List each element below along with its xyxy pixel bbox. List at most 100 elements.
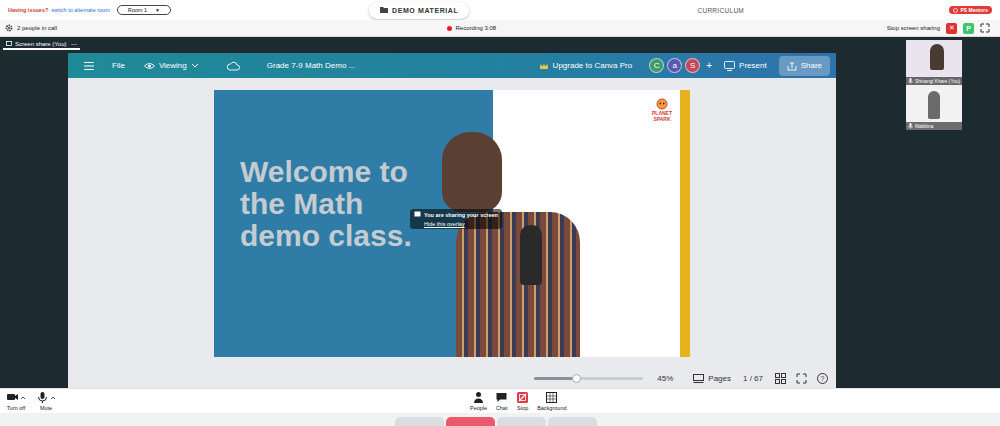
photo-head — [442, 132, 502, 212]
zoom-slider[interactable] — [534, 377, 643, 380]
screen-share-icon — [414, 211, 421, 218]
grid-icon[interactable] — [775, 373, 786, 384]
avatar[interactable]: a — [667, 58, 682, 73]
mascot-icon — [656, 98, 668, 110]
participant-panel: Shivangi Khare (You) Mabbina — [906, 37, 1000, 388]
participant-video — [930, 44, 944, 70]
room-dropdown[interactable]: Room 1 ▼ — [117, 5, 171, 15]
toolbar-label: Turn off — [7, 405, 26, 411]
share-button[interactable]: Share — [779, 56, 830, 76]
pages-icon — [693, 373, 704, 383]
toolbar-label: Mute — [40, 405, 52, 411]
tab[interactable]: Screen share (You) ⋯ — [3, 40, 80, 50]
app-root: Having issues?switch to alternate room Ro… — [0, 0, 1000, 426]
chevron-down-icon — [191, 62, 199, 69]
recording-status: Recording 3:08 — [447, 25, 496, 31]
info-icon — [953, 8, 958, 13]
stop-sharing-link[interactable]: Stop screen sharing — [887, 25, 940, 31]
bottom-tab[interactable] — [395, 417, 444, 426]
bottom-tab[interactable] — [446, 417, 495, 426]
share-icon — [787, 61, 797, 71]
toolbar-button[interactable]: Turn off — [6, 391, 26, 411]
stop-sharing-button[interactable]: ✕ — [946, 23, 957, 34]
demo-material-tab[interactable]: DEMO MATERIAL — [369, 2, 469, 19]
hide-overlay-link[interactable]: Hide this overlay — [424, 221, 465, 227]
toolbar-button[interactable]: Background — [537, 391, 566, 411]
bottom-tab[interactable] — [548, 417, 597, 426]
participant-tile[interactable]: Mabbina — [906, 85, 962, 130]
call-toolbar: Turn off Mute People Chat Stop Background — [0, 388, 1000, 413]
toolbar-button[interactable]: People — [470, 391, 487, 411]
curriculum-tab[interactable]: CURRICULUM — [697, 7, 744, 14]
chevron-up-icon — [20, 395, 26, 401]
present-label: Present — [739, 61, 767, 70]
zoom-reading: 45% — [657, 374, 673, 383]
design-title[interactable]: Grade 7-9 Math Demo ... — [267, 61, 355, 70]
participant-name-label: Shivangi Khare (You) — [915, 79, 960, 84]
call-bar: 2 people in call Recording 3:08 Stop scree… — [0, 20, 1000, 37]
zoom-fill — [534, 377, 575, 380]
toolbar-label: People — [470, 405, 487, 411]
collaborator-avatars: CaS — [649, 58, 700, 73]
eye-icon — [144, 62, 155, 70]
fullscreen-icon[interactable] — [796, 373, 807, 384]
present-button[interactable]: Present — [724, 61, 767, 71]
upgrade-button[interactable]: Upgrade to Canva Pro — [539, 61, 633, 70]
share-label: Share — [801, 61, 822, 70]
toolbar-button[interactable]: Stop — [516, 391, 529, 411]
photo-body — [456, 212, 580, 357]
upgrade-label: Upgrade to Canva Pro — [553, 61, 633, 70]
switch-room-link[interactable]: switch to alternate room — [51, 7, 109, 13]
participant-name-label: Mabbina — [915, 124, 933, 129]
folder-icon — [380, 6, 388, 14]
crown-icon — [539, 62, 549, 70]
menu-icon[interactable] — [84, 61, 94, 71]
camera-icon — [6, 391, 19, 404]
viewing-dropdown[interactable]: Viewing — [144, 61, 199, 70]
viewing-label: Viewing — [159, 61, 187, 70]
participant-video — [928, 91, 940, 119]
logo-line: PLANET — [652, 111, 672, 116]
tab-label: Screen share (You) — [15, 41, 66, 47]
tab-menu[interactable]: ⋯ — [71, 40, 77, 47]
background-icon — [545, 391, 558, 404]
bottom-tab-strip — [0, 413, 1000, 426]
zoom-thumb[interactable] — [572, 374, 581, 383]
participant-name: Mabbina — [906, 122, 962, 130]
recording-label: Recording 3:08 — [455, 25, 496, 31]
planet-spark-logo: PLANETSPARK — [652, 98, 672, 357]
avatar[interactable]: S — [685, 58, 700, 73]
chevron-up-icon — [50, 395, 56, 401]
expand-icon[interactable] — [980, 23, 990, 33]
toolbar-button[interactable]: Chat — [495, 391, 508, 411]
top-bar: Having issues?switch to alternate room Ro… — [0, 0, 1000, 20]
participant-badge[interactable]: P — [963, 23, 974, 34]
people-count-label: 2 people in call — [17, 25, 57, 31]
file-menu[interactable]: File — [112, 61, 125, 70]
room-label: Room 1 — [128, 7, 147, 13]
add-collaborator-button[interactable]: + — [706, 60, 712, 71]
issue-text: Having issues? — [8, 7, 48, 13]
avatar[interactable]: C — [649, 58, 664, 73]
canva-header: File Viewing Grade 7-9 Math Demo ... Upgrad… — [68, 53, 836, 78]
mentors-badge[interactable]: PS Mentors — [949, 6, 992, 14]
page-count: 1 / 67 — [743, 374, 763, 383]
tab-row: Screen share (You) ⋯ — [0, 37, 906, 50]
call-stage: Screen share (You) ⋯ File Viewing Grade 7-9 … — [0, 37, 1000, 388]
people-count: 2 people in call — [0, 24, 57, 32]
room-caret: ▼ — [155, 7, 160, 13]
toolbar-icon-row — [6, 391, 26, 404]
toolbar-button[interactable]: Mute — [36, 391, 56, 411]
meeting-controls: People Chat Stop Background — [470, 391, 567, 411]
photo-microphone — [520, 225, 542, 285]
toolbar-label: Chat — [496, 405, 508, 411]
pages-button[interactable]: Pages — [693, 373, 731, 383]
recording-dot — [447, 26, 452, 31]
bottom-tab[interactable] — [497, 417, 546, 426]
cloud-icon[interactable] — [227, 61, 240, 71]
help-button[interactable]: ? — [817, 373, 828, 384]
canva-canvas: Welcome tothe Mathdemo class.PLANETSPARK… — [68, 78, 836, 388]
toolbar-icon-row — [36, 391, 56, 404]
people-icon — [472, 391, 485, 404]
participant-tile[interactable]: Shivangi Khare (You) — [906, 40, 962, 85]
